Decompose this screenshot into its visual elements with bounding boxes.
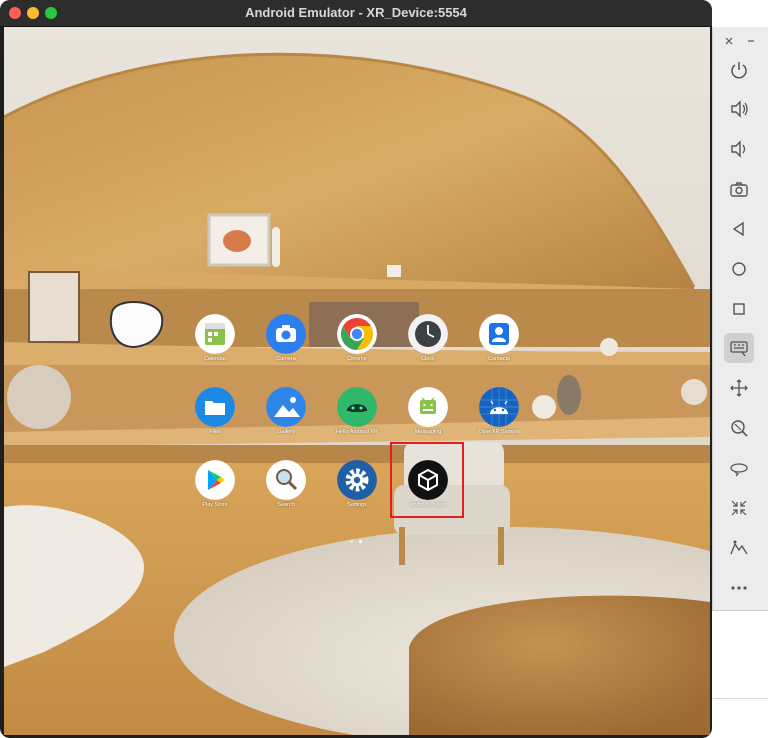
more-button[interactable] (724, 573, 754, 603)
divider (713, 698, 768, 699)
page-indicator-2[interactable] (359, 540, 362, 543)
app-search[interactable]: Search (251, 460, 321, 520)
settings-icon (337, 460, 377, 500)
emulator-toolbar (712, 27, 768, 611)
zoom-button[interactable] (724, 413, 754, 443)
camera-icon (266, 314, 306, 354)
volume-up-button[interactable] (724, 94, 754, 124)
openxr-sample-icon (479, 387, 519, 427)
hello-android-xr-icon (337, 387, 377, 427)
app-calendar[interactable]: Calendar (180, 314, 250, 374)
app-chrome[interactable]: Chrome (322, 314, 392, 374)
minimize-toolbar-icon[interactable] (746, 33, 756, 43)
background-area (713, 611, 768, 738)
page-indicator-1[interactable] (350, 540, 353, 543)
app-openxr-sample[interactable]: OpenXR Sample (464, 387, 534, 447)
selected-app-highlight (390, 442, 464, 518)
gallery-icon (266, 387, 306, 427)
close-toolbar-icon[interactable] (724, 33, 734, 45)
keyboard-button[interactable] (724, 333, 754, 363)
contacts-icon (479, 314, 519, 354)
calendar-icon (195, 314, 235, 354)
collapse-button[interactable] (724, 493, 754, 523)
app-clock[interactable]: Clock (393, 314, 463, 374)
app-label: Contacts (488, 356, 510, 362)
screenshot-button[interactable] (724, 174, 754, 204)
app-label: OpenXR Sample (478, 429, 520, 435)
app-play-store[interactable]: Play Store (180, 460, 250, 520)
files-icon (195, 387, 235, 427)
window-title: Android Emulator - XR_Device:5554 (245, 5, 467, 20)
app-hello-android-xr[interactable]: Hello Android XR (322, 387, 392, 447)
volume-down-button[interactable] (724, 134, 754, 164)
app-messaging[interactable]: Messaging (393, 387, 463, 447)
messaging-icon (408, 387, 448, 427)
back-button[interactable] (724, 214, 754, 244)
search-icon (266, 460, 306, 500)
title-bar: Android Emulator - XR_Device:5554 (0, 0, 712, 27)
device-screen[interactable]: Calendar Camera Chrome Clock Contacts Fi… (4, 27, 710, 735)
move-button[interactable] (724, 373, 754, 403)
overview-button[interactable] (724, 294, 754, 324)
rotate-button[interactable] (724, 453, 754, 483)
power-button[interactable] (724, 55, 754, 85)
emulator-window: Android Emulator - XR_Device:5554 Calend… (0, 0, 712, 738)
room-wallpaper (4, 27, 710, 735)
app-gallery[interactable]: Gallery (251, 387, 321, 447)
sensor-button[interactable] (724, 533, 754, 563)
home-button[interactable] (724, 254, 754, 284)
clock-icon (408, 314, 448, 354)
app-camera[interactable]: Camera (251, 314, 321, 374)
chrome-icon (337, 314, 377, 354)
app-contacts[interactable]: Contacts (464, 314, 534, 374)
app-files[interactable]: Files (180, 387, 250, 447)
play-store-icon (195, 460, 235, 500)
app-settings[interactable]: Settings (322, 460, 392, 520)
